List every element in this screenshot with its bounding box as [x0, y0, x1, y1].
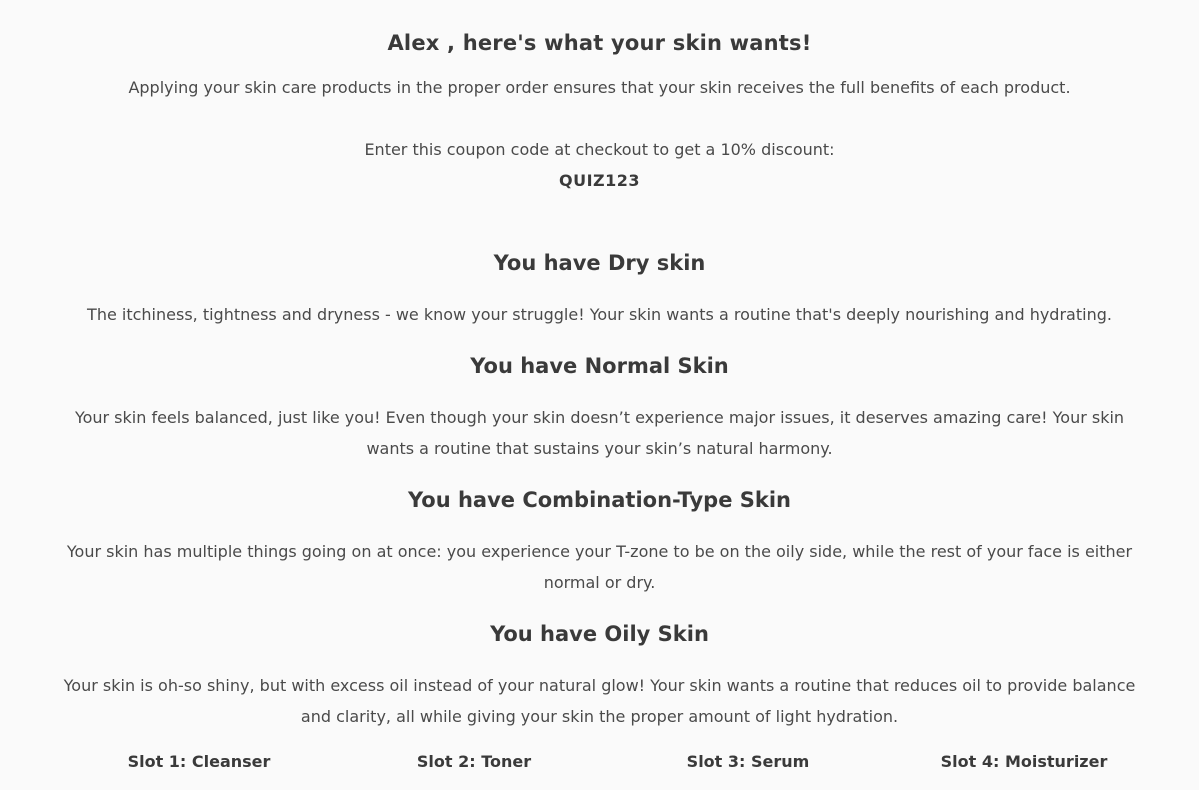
coupon-label: Enter this coupon code at checkout to ge… [364, 140, 835, 159]
result-text-oily-line2: and clarity, all while giving your skin … [300, 707, 899, 726]
slot-cleanser: Slot 1: Cleanser [127, 752, 271, 771]
result-text-normal-line2: wants a routine that sustains your skin’… [366, 439, 833, 458]
result-text-combination-line2: normal or dry. [543, 573, 656, 592]
result-title-normal: You have Normal Skin [470, 354, 729, 378]
result-title-dry: You have Dry skin [493, 251, 706, 275]
skin-quiz-results-page: Alex , here's what your skin wants! Appl… [0, 0, 1199, 790]
results-headline: Alex , here's what your skin wants! [387, 31, 812, 55]
slot-serum: Slot 3: Serum [686, 752, 810, 771]
slot-moisturizer: Slot 4: Moisturizer [940, 752, 1108, 771]
routine-intro-text: Applying your skin care products in the … [128, 78, 1071, 97]
result-text-normal-line1: Your skin feels balanced, just like you!… [74, 408, 1125, 427]
slot-toner: Slot 2: Toner [416, 752, 532, 771]
result-text-combination-line1: Your skin has multiple things going on a… [66, 542, 1133, 561]
result-text-dry: The itchiness, tightness and dryness - w… [87, 305, 1112, 324]
result-title-combination: You have Combination-Type Skin [408, 488, 791, 512]
result-text-oily-line1: Your skin is oh-so shiny, but with exces… [63, 676, 1136, 695]
routine-slots: Slot 1: Cleanser Slot 2: Toner Slot 3: S… [0, 752, 1199, 776]
result-title-oily: You have Oily Skin [490, 622, 709, 646]
coupon-code: QUIZ123 [558, 171, 641, 190]
